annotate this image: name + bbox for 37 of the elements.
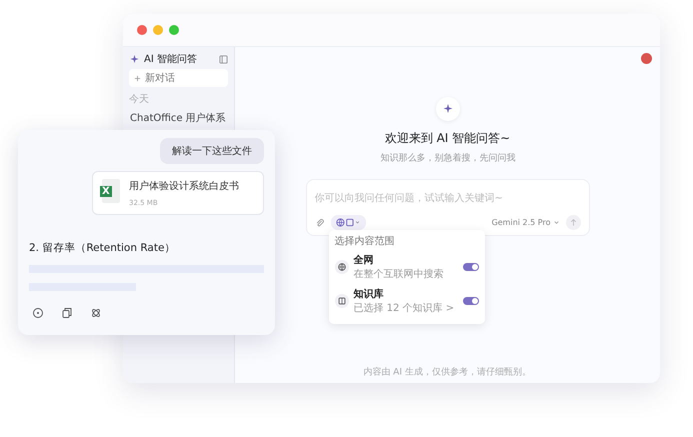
model-selector[interactable]: Gemini 2.5 Pro (492, 218, 560, 227)
disclaimer-text: 内容由 AI 生成，仅供参考，请仔细甄别。 (364, 366, 532, 378)
toggle-switch[interactable] (462, 297, 478, 305)
sidebar-toggle-icon[interactable] (219, 54, 228, 64)
sparkle-icon (442, 103, 454, 115)
scope-button[interactable] (330, 215, 366, 230)
atom-icon[interactable] (90, 307, 102, 319)
minimize-dot-icon[interactable] (153, 25, 163, 35)
app-title: AI 智能问答 (144, 52, 198, 66)
toggle-switch[interactable] (462, 263, 478, 271)
file-name: 用户体验设计系统白皮书 (129, 180, 239, 193)
close-dot-icon[interactable] (137, 25, 147, 35)
arrow-up-icon (568, 218, 578, 227)
scope-icon (334, 217, 362, 228)
globe-icon (334, 260, 348, 274)
section-label: 今天 (129, 93, 150, 106)
user-message: 解读一下这些文件 (160, 138, 264, 164)
welcome-subtitle: 知识那么多，别急着搜，先问问我 (380, 152, 515, 164)
chevron-down-icon (552, 219, 560, 226)
chat-history-item[interactable]: ChatOffice 用户体系 (129, 109, 228, 127)
sparkle-icon (129, 54, 140, 64)
new-chat-button[interactable]: 新对话 (129, 69, 228, 87)
option-description: 在整个互联网中搜索 (354, 268, 444, 281)
option-description: 已选择 12 个知识库 > (354, 302, 456, 315)
paperclip-icon[interactable] (314, 218, 324, 228)
zoom-dot-icon[interactable] (169, 25, 179, 35)
welcome-title: 欢迎来到 AI 智能问答~ (384, 130, 510, 147)
book-icon (334, 294, 348, 308)
play-circle-icon[interactable] (32, 307, 44, 319)
copy-icon[interactable] (61, 307, 73, 319)
menu-title: 选择内容范围 (334, 234, 396, 248)
option-name: 全网 (354, 254, 374, 267)
answer-heading: 2. 留存率（Retention Rate） (29, 241, 176, 255)
plus-icon (134, 74, 141, 82)
spreadsheet-file-icon: X (102, 179, 120, 203)
option-name: 知识库 (354, 287, 384, 301)
avatar[interactable] (641, 53, 652, 64)
